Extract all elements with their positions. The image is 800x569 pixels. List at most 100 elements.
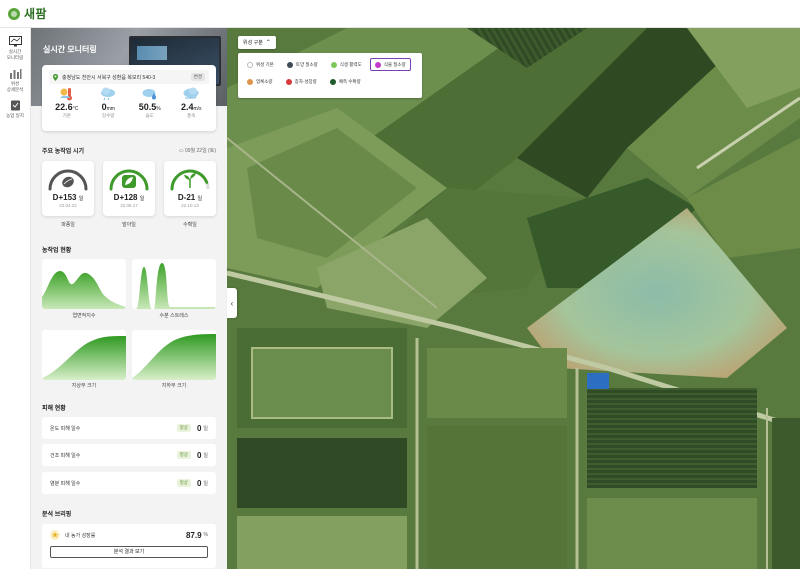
- damage-unit: 일: [203, 480, 208, 487]
- stage-harvest: D-21 일 22.10.13 수확일: [164, 161, 216, 228]
- germination-gauge: [109, 169, 149, 191]
- weather-row: 22.6°C 기온 0mm 강수량 50.5% 습도 2.4m/s 풍속: [42, 87, 216, 119]
- germination-date: 22.05.17: [120, 203, 138, 208]
- water-stress-label: 수분 스트레스: [159, 313, 189, 319]
- rail-label: 농업 일지: [6, 113, 24, 118]
- germination-label: 발아일: [122, 222, 136, 228]
- belowground-chart[interactable]: [132, 330, 216, 380]
- journal-icon: [10, 100, 20, 111]
- damage-name: 건조 피해 일수: [50, 452, 81, 459]
- stage-card[interactable]: D+153 일 22.04.22: [42, 161, 94, 216]
- layer-option-soil-nitrogen[interactable]: 토양 질소량: [282, 58, 323, 71]
- legend-swatch: [330, 61, 337, 68]
- layer-type-button[interactable]: 위성 구분 ⌃: [238, 36, 276, 49]
- humidity-unit: %: [156, 106, 161, 112]
- sowing-dday-unit: 일: [78, 196, 84, 202]
- leaf-icon: [122, 175, 136, 188]
- lai-chart[interactable]: [42, 259, 126, 309]
- weather-wind: 2.4m/s 풍속: [172, 87, 210, 119]
- temperature-label: 기온: [62, 113, 71, 118]
- chevron-left-icon: ‹: [230, 298, 234, 308]
- app-logo-text[interactable]: 새팜: [24, 5, 47, 22]
- cloud-rain-icon: [101, 87, 116, 101]
- monitor-icon: [8, 36, 22, 47]
- harvest-date: 22.10.13: [181, 203, 199, 208]
- status-badge: 정상: [176, 424, 191, 432]
- view-analysis-button[interactable]: 분석 결과 보기: [50, 546, 208, 558]
- aboveground-area: [42, 336, 126, 380]
- stages-title: 주요 농작업 시기: [42, 149, 84, 155]
- rail-item-journal[interactable]: 농업 일지: [0, 100, 30, 119]
- stage-card[interactable]: D+128 일 22.05.17: [103, 161, 155, 216]
- temperature-unit: °C: [72, 106, 79, 112]
- wind-label: 풍속: [187, 113, 196, 118]
- damage-row-drought: 건조 피해 일수 정상 0 일: [42, 444, 216, 466]
- harvest-dday-unit: 일: [197, 196, 203, 202]
- growth-rate-unit: %: [203, 532, 208, 538]
- growth-rate-label: 내 농가 성장률: [65, 532, 96, 539]
- sprout-icon: [184, 173, 196, 188]
- layer-option-biomass[interactable]: 종자·성장량: [281, 75, 322, 88]
- seed-icon: [62, 176, 74, 188]
- layer-option-chlorophyll[interactable]: 엽록소량: [242, 75, 278, 88]
- layer-option-plant-nitrogen[interactable]: 식물 질소량: [369, 58, 411, 71]
- germination-dday: D+128: [113, 193, 138, 202]
- stage-cards: D+153 일 22.04.22 파종일 D+128 일 22.05.17 발아…: [42, 161, 216, 228]
- monitoring-panel: 실시간 모니터링 충청남도 천안시 서북구 성환읍 복모리 540-3 변경 2…: [31, 28, 227, 569]
- stage-card[interactable]: D-21 일 22.10.13: [164, 161, 216, 216]
- sowing-gauge: [48, 169, 88, 191]
- water-stress-chart[interactable]: [132, 259, 216, 309]
- top-bar: 새팜: [0, 0, 800, 28]
- legend-label: 종자·성장량: [294, 78, 317, 84]
- cloud-wind-icon: [183, 87, 199, 99]
- page-title: 실시간 모니터링: [43, 45, 97, 54]
- legend-label: 예측 수확량: [338, 78, 361, 84]
- growth-rate-value: 87.9: [185, 530, 202, 540]
- damage-row-temperature: 온도 피해 일수 정상 0 일: [42, 417, 216, 439]
- temperature-value: 22.6: [55, 102, 73, 112]
- damage-value: 0: [196, 450, 202, 460]
- satellite-map[interactable]: [227, 28, 800, 569]
- legend-label: 위성 기본: [256, 61, 274, 67]
- belowground-label: 지하부 크기: [161, 383, 187, 389]
- harvest-dday: D-21: [177, 193, 196, 202]
- legend-label: 식물 질소량: [383, 61, 406, 67]
- legend-swatch: [374, 61, 381, 68]
- damage-unit: 일: [203, 452, 208, 459]
- wind-unit: m/s: [193, 106, 202, 112]
- cloud-humidity-icon: [142, 89, 156, 100]
- collapse-panel-button[interactable]: ‹: [227, 288, 237, 318]
- location-row: 충청남도 천안시 서북구 성환읍 복모리 540-3 변경: [49, 70, 209, 84]
- stages-date: 09월 22일 (토): [184, 148, 216, 154]
- status-badge: 정상: [176, 451, 191, 459]
- briefing-title: 분석 브리핑: [42, 512, 72, 518]
- humidity-value: 50.5: [138, 102, 157, 112]
- stage-sowing: D+153 일 22.04.22 파종일: [42, 161, 94, 228]
- change-location-button[interactable]: 변경: [190, 73, 205, 81]
- harvest-gauge: [170, 169, 210, 191]
- humidity-label: 습도: [145, 113, 154, 118]
- location-address: 충청남도 천안시 서북구 성환읍 복모리 540-3: [62, 74, 156, 81]
- chevron-up-icon: ⌃: [265, 40, 271, 46]
- sowing-date: 22.04.22: [59, 203, 77, 208]
- layer-option-basic[interactable]: 위성 기본: [242, 58, 279, 71]
- bar-chart-icon: [9, 69, 21, 79]
- damage-value: 0: [196, 478, 202, 488]
- layer-legend: 위성 기본 토양 질소량 식생 활력도 식물 질소량 엽록소량 종자·성장량 예…: [238, 53, 422, 98]
- map-pin-icon: [53, 73, 58, 81]
- aboveground-chart[interactable]: [42, 330, 126, 380]
- germination-dday-unit: 일: [139, 196, 145, 202]
- rail-item-satellite-analysis[interactable]: 위성 상세분석: [0, 68, 30, 92]
- legend-label: 토양 질소량: [295, 61, 318, 67]
- layer-option-yield-forecast[interactable]: 예측 수확량: [325, 75, 366, 88]
- belowground-area: [132, 334, 216, 380]
- satellite-imagery: [227, 28, 800, 569]
- legend-label: 식생 활력도: [339, 61, 362, 67]
- damage-name: 온도 피해 일수: [50, 425, 81, 432]
- sowing-dday: D+153: [52, 193, 77, 202]
- growth-title: 농작업 현황: [42, 248, 72, 254]
- rail-item-monitoring[interactable]: 실시간 모니터링: [0, 36, 30, 60]
- status-badge: 정상: [176, 479, 191, 487]
- layer-option-vegetation-vitality[interactable]: 식생 활력도: [326, 58, 367, 71]
- briefing-card: 내 농가 성장률 87.9 % 분석 결과 보기: [42, 524, 216, 568]
